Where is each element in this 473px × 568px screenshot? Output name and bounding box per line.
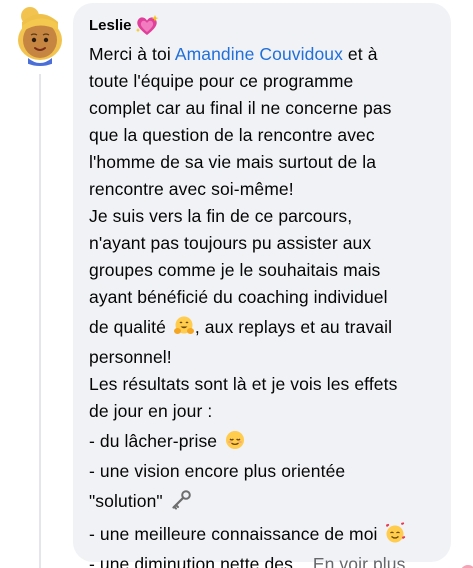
body-text: Merci à toi	[89, 44, 175, 64]
body-line: complet car au final il ne concerne pas	[89, 98, 392, 118]
body-line: ayant bénéficié du coaching individuel	[89, 287, 388, 307]
body-line: Les résultats sont là et je vois les eff…	[89, 374, 398, 394]
body-line: de qualité , aux replays et au travail	[89, 311, 437, 344]
author-row: Leslie	[89, 13, 437, 39]
body-text: et à	[342, 44, 378, 64]
see-more-link[interactable]: En voir plus	[313, 554, 406, 568]
body-line: - une vision encore plus orientée	[89, 461, 346, 481]
comment-bubble: Leslie Merci à toi Amandine Couvidoux et…	[73, 3, 451, 568]
relieved-face-icon	[224, 429, 246, 451]
body-line: - du lâcher-prise	[89, 425, 437, 458]
body-line: groupes comme je le souhaitais mais	[89, 260, 381, 280]
body-text: "solution"	[89, 491, 168, 511]
body-line: toute l'équipe pour ce programme	[89, 71, 354, 91]
avatar[interactable]	[8, 2, 72, 66]
body-line: personnel!	[89, 347, 172, 367]
mention-link[interactable]: Amandine Couvidoux	[175, 44, 343, 64]
body-text: - une meilleure connaissance de moi	[89, 524, 383, 544]
body-line: Merci à toi Amandine Couvidoux et à	[89, 41, 437, 68]
author-name[interactable]: Leslie	[89, 16, 132, 36]
comment-body: Merci à toi Amandine Couvidoux et à tout…	[89, 41, 437, 568]
body-line: l'homme de sa vie mais surtout de la	[89, 152, 377, 172]
sparkling-heart-icon	[134, 13, 160, 39]
smiling-face-with-hearts-icon	[384, 522, 406, 544]
body-line: rencontre avec soi-même!	[89, 179, 294, 199]
woman-blond-emoji-avatar	[8, 2, 72, 66]
body-line: Je suis vers la fin de ce parcours,	[89, 206, 353, 226]
comment-thread: Leslie Merci à toi Amandine Couvidoux et…	[0, 0, 473, 568]
partial-emoji-icon	[458, 560, 473, 568]
body-line: "solution"	[89, 485, 437, 518]
old-key-icon	[170, 489, 192, 511]
thread-connector-line	[39, 74, 41, 568]
body-text: , aux replays et au travail	[194, 317, 393, 337]
body-text: - une diminution nette des...	[89, 554, 308, 568]
body-line: n'ayant pas toujours pu assister aux	[89, 233, 372, 253]
body-line: de jour en jour :	[89, 401, 213, 421]
body-line: que la question de la rencontre avec	[89, 125, 375, 145]
body-text: - du lâcher-prise	[89, 431, 223, 451]
body-line: - une diminution nette des... En voir pl…	[89, 551, 437, 568]
hugging-face-icon	[173, 315, 195, 337]
body-text: de qualité	[89, 317, 171, 337]
body-line: - une meilleure connaissance de moi	[89, 518, 437, 551]
